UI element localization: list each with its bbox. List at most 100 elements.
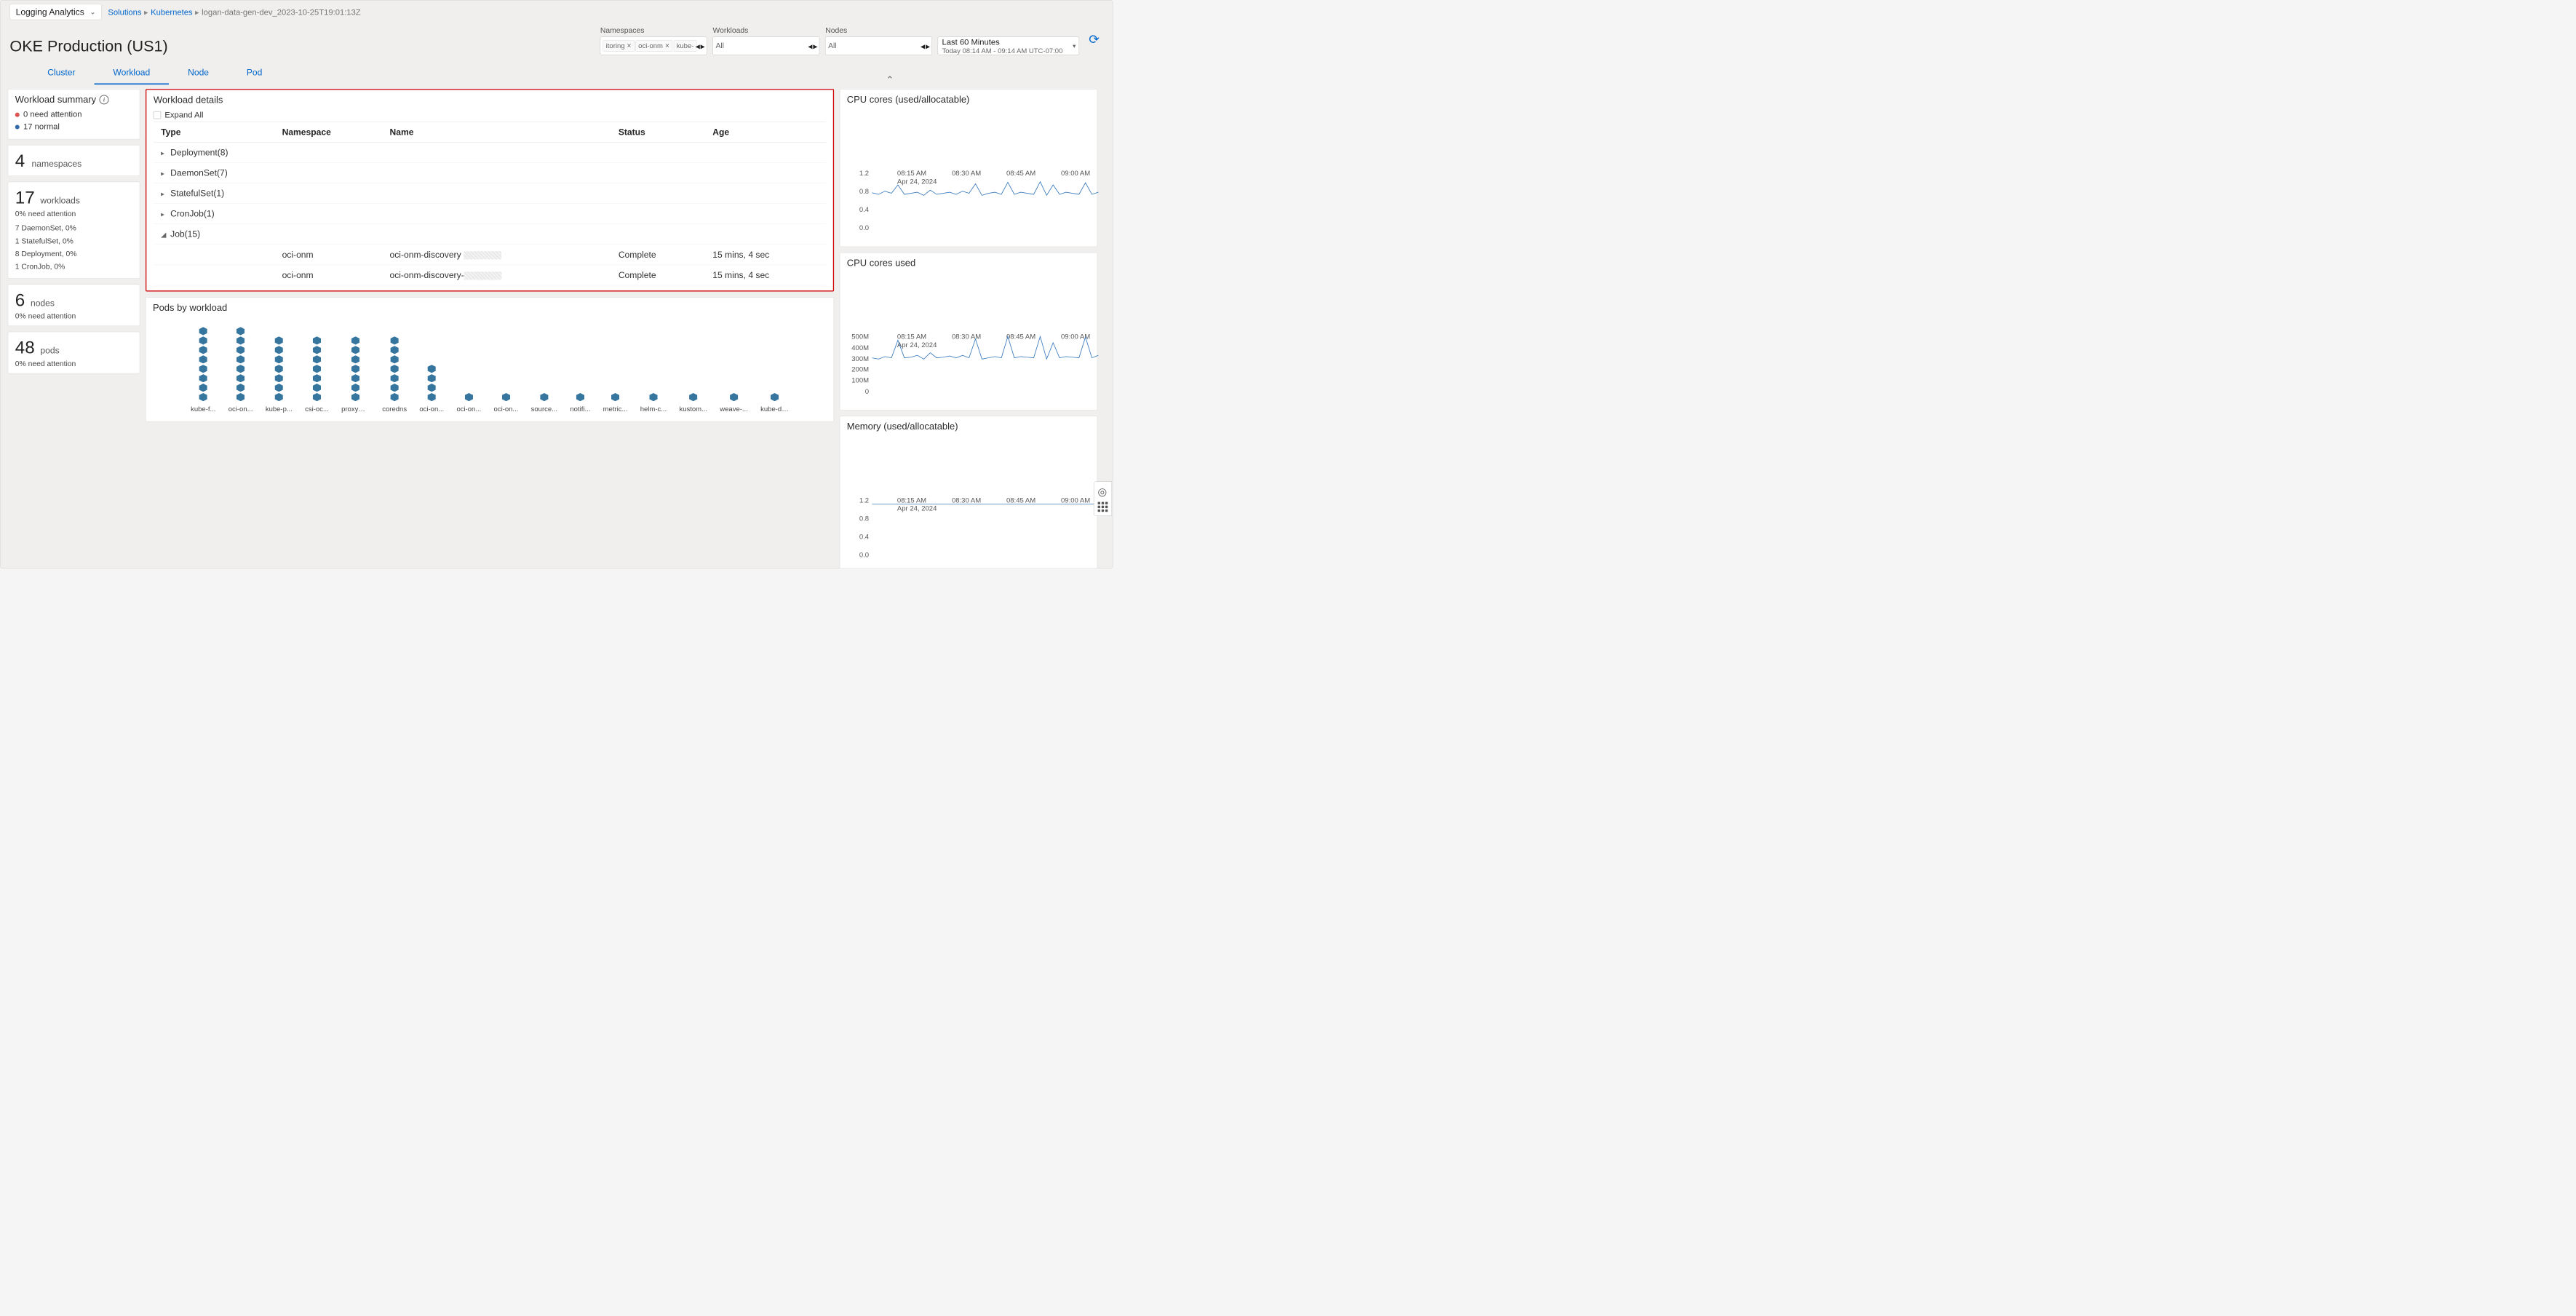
hex-pod-icon	[351, 336, 359, 344]
pods-col[interactable]: proxym...	[341, 336, 370, 413]
pods-col[interactable]: weave-...	[720, 393, 748, 413]
table-group-row[interactable]: ▸CronJob(1)	[154, 204, 826, 224]
pods-col[interactable]: kube-p...	[266, 336, 293, 413]
chart-svg	[872, 333, 1098, 395]
pods-col[interactable]: source...	[531, 393, 557, 413]
apps-icon[interactable]	[1098, 502, 1108, 512]
collapse-filters-button[interactable]: ⌃	[884, 73, 896, 87]
pods-col-label: oci-on...	[456, 405, 481, 413]
card-title: Workload summary	[15, 95, 96, 106]
table-group-row[interactable]: ▸Deployment(8)	[154, 142, 826, 162]
hex-pod-icon	[730, 393, 738, 401]
hex-pod-icon	[428, 374, 436, 382]
pods-col[interactable]: kustom...	[679, 393, 707, 413]
hex-pod-icon	[428, 365, 436, 373]
chart-title: CPU cores (used/allocatable)	[847, 95, 1090, 106]
life-ring-icon[interactable]: ◎	[1098, 485, 1108, 498]
breadcrumb-sep: ▸	[144, 7, 148, 17]
pods-col[interactable]: oci-on...	[456, 393, 481, 413]
hex-pod-icon	[275, 336, 283, 344]
info-icon[interactable]: i	[99, 95, 108, 104]
chip-scroll[interactable]: ◂▸	[696, 41, 705, 51]
chart[interactable]: 500M400M300M200M100M0 08:15 AM08:30 AM08…	[847, 333, 1090, 405]
chevron-right-icon: ▸	[161, 170, 167, 178]
redacted	[464, 271, 502, 280]
chart-svg	[872, 496, 1098, 559]
breadcrumb-current: logan-data-gen-dev_2023-10-25T19:01:13Z	[202, 7, 361, 17]
hex-pod-icon	[236, 346, 245, 354]
hex-pod-icon	[576, 393, 584, 401]
chip[interactable]: itoring✕	[603, 40, 635, 52]
pods-col-label: kube-p...	[266, 405, 293, 413]
hex-pod-icon	[391, 336, 399, 344]
pods-col[interactable]: oci-on...	[494, 393, 519, 413]
filter-nodes[interactable]: All ◂▸	[825, 37, 932, 55]
hex-pod-icon	[313, 355, 321, 363]
pods-col[interactable]: oci-on...	[228, 327, 253, 413]
table-group-row[interactable]: ◢Job(15)	[154, 224, 826, 245]
close-icon[interactable]: ✕	[627, 43, 632, 49]
tab-workload[interactable]: Workload	[94, 65, 169, 85]
chip[interactable]: oci-onm✕	[635, 40, 672, 52]
time-detail: Today 08:14 AM - 09:14 AM UTC-07:00	[942, 47, 1062, 55]
pods-col[interactable]: helm-c...	[640, 393, 667, 413]
table-row[interactable]: oci-onmoci-onm-discovery Complete15 mins…	[154, 245, 826, 265]
refresh-button[interactable]: ⟳	[1085, 32, 1103, 48]
filter-namespaces-label: Namespaces	[600, 26, 707, 35]
hex-pod-icon	[428, 384, 436, 392]
pods-col[interactable]: oci-on...	[419, 365, 444, 413]
hex-pod-icon	[391, 365, 399, 373]
y-axis: 1.20.80.40.0	[847, 169, 869, 231]
tab-pod[interactable]: Pod	[228, 65, 281, 85]
hex-pod-icon	[465, 393, 473, 401]
help-floater[interactable]: ◎	[1094, 481, 1112, 516]
pods-col-label: kustom...	[679, 405, 707, 413]
close-icon[interactable]: ✕	[665, 43, 670, 49]
chip-scroll[interactable]: ◂▸	[921, 41, 930, 51]
tab-node[interactable]: Node	[169, 65, 228, 85]
breadcrumb-kubernetes[interactable]: Kubernetes	[151, 7, 192, 17]
pods-col[interactable]: kube-f...	[191, 327, 215, 413]
hex-pod-icon	[199, 355, 207, 363]
hex-pod-icon	[236, 355, 245, 363]
table-row[interactable]: oci-onmoci-onm-discovery-Complete15 mins…	[154, 265, 826, 285]
hex-pod-icon	[649, 393, 657, 401]
breadcrumb-solutions[interactable]: Solutions	[108, 7, 141, 17]
hex-pod-icon	[275, 374, 283, 382]
chip[interactable]: kube-	[674, 40, 697, 52]
chevron-right-icon: ▸	[161, 149, 167, 157]
pods-col-label: csi-oc...	[305, 405, 329, 413]
chip-scroll[interactable]: ◂▸	[808, 41, 817, 51]
chart[interactable]: 1.20.80.40.0 08:15 AM08:30 AM08:45 AM09:…	[847, 169, 1090, 241]
time-picker[interactable]: Last 60 Minutes Today 08:14 AM - 09:14 A…	[938, 37, 1079, 55]
hex-pod-icon	[199, 346, 207, 354]
pods-col[interactable]: kube-dns-autoscaler	[760, 393, 789, 413]
hex-pod-icon	[391, 374, 399, 382]
pods-col[interactable]: csi-oc...	[305, 336, 329, 413]
pods-col[interactable]: metric...	[603, 393, 628, 413]
hex-pod-icon	[313, 346, 321, 354]
page-title: OKE Production (US1)	[9, 37, 167, 55]
chevron-right-icon: ▸	[161, 210, 167, 218]
expand-all-checkbox[interactable]: Expand All	[154, 110, 204, 119]
table-group-row[interactable]: ▸DaemonSet(7)	[154, 163, 826, 183]
table-group-row[interactable]: ▸StatefulSet(1)	[154, 183, 826, 204]
hex-pod-icon	[236, 393, 245, 401]
pods-col-label: kube-f...	[191, 405, 215, 413]
breadcrumb: Solutions ▸ Kubernetes ▸ logan-data-gen-…	[108, 7, 360, 17]
pods-col[interactable]: coredns	[382, 336, 407, 413]
filter-workloads[interactable]: All ◂▸	[713, 37, 820, 55]
chart[interactable]: 1.20.80.40.0 08:15 AM08:30 AM08:45 AM09:…	[847, 496, 1090, 568]
pods-col[interactable]: notifi...	[570, 393, 590, 413]
hex-pod-icon	[351, 346, 359, 354]
stat-workloads: 17workloads 0% need attention 7 DaemonSe…	[8, 182, 140, 279]
filter-namespaces[interactable]: itoring✕ oci-onm✕ kube- ◂▸	[600, 37, 707, 55]
brand-dropdown[interactable]: Logging Analytics ⌄	[9, 4, 101, 20]
hex-pod-icon	[199, 384, 207, 392]
tab-cluster[interactable]: Cluster	[28, 65, 94, 85]
hex-pod-icon	[351, 374, 359, 382]
hex-pod-icon	[275, 346, 283, 354]
stat-pods: 48pods 0% need attention	[8, 332, 140, 373]
pods-col-label: oci-on...	[228, 405, 253, 413]
list-item: 7 DaemonSet, 0%	[15, 222, 133, 235]
